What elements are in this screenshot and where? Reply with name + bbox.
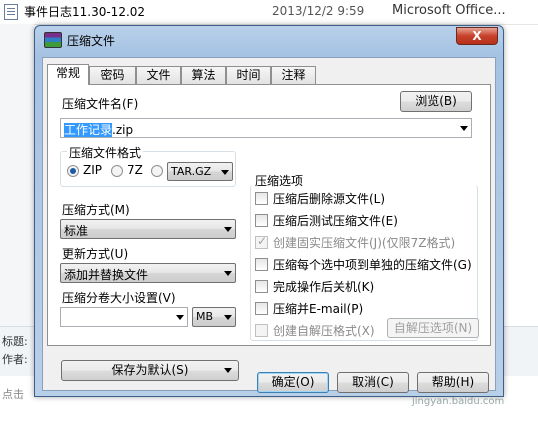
archive-format-group: 压缩文件格式 ZIP 7Z TAR.GZ <box>60 144 236 187</box>
option-sfx-label: 创建自解压格式(X) <box>273 324 375 338</box>
watermark: jingyan.baidu.com <box>412 396 505 407</box>
option-email-label[interactable]: 压缩并E-mail(P) <box>273 300 363 317</box>
archive-name-extension: .zip <box>112 123 134 137</box>
meta-author-label: 作者: <box>2 353 28 366</box>
option-test-archive-checkbox[interactable] <box>255 214 268 227</box>
option-solid-archive-label: 创建固实压缩文件(J)(仅限7Z格式) <box>273 236 456 250</box>
option-email-checkbox[interactable] <box>255 302 268 315</box>
chevron-down-icon[interactable] <box>224 271 232 276</box>
tab-files[interactable]: 文件 <box>136 66 181 84</box>
hint-text: 点击 <box>2 388 24 401</box>
ok-button[interactable]: 确定(O) <box>257 372 329 393</box>
method-label: 压缩方式(M) <box>62 203 130 217</box>
split-size-input[interactable] <box>60 307 188 327</box>
chevron-down-icon[interactable] <box>176 315 184 320</box>
document-file-icon <box>4 4 18 20</box>
method-select[interactable]: 标准 <box>60 219 236 239</box>
radio-tar[interactable] <box>151 165 163 177</box>
archive-name-label: 压缩文件名(F) <box>62 97 139 111</box>
file-type: Microsoft Office... <box>392 3 506 18</box>
option-solid-archive-checkbox[interactable] <box>255 234 268 249</box>
compress-dialog: 压缩文件 X 常规 密码 文件 算法 时间 注释 压缩文件名(F) 浏览(B) … <box>34 25 504 397</box>
option-delete-source-checkbox[interactable] <box>255 192 268 205</box>
compression-options-label: 压缩选项 <box>255 174 304 188</box>
cancel-button[interactable]: 取消(C) <box>337 372 409 393</box>
chevron-down-icon[interactable] <box>460 126 468 131</box>
chevron-down-icon[interactable] <box>221 170 229 175</box>
tab-algorithm[interactable]: 算法 <box>181 66 226 84</box>
option-sfx-checkbox[interactable] <box>255 324 268 337</box>
general-tab-panel: 压缩文件名(F) 浏览(B) 工作记录.zip 压缩文件格式 ZIP 7Z TA… <box>47 84 491 346</box>
file-date: 2013/12/2 9:59 <box>272 4 365 18</box>
dialog-title: 压缩文件 <box>67 34 116 48</box>
browse-button[interactable]: 浏览(B) <box>400 91 472 112</box>
radio-7z[interactable] <box>111 165 123 177</box>
chevron-down-icon[interactable] <box>224 227 232 232</box>
update-select[interactable]: 添加并替换文件 <box>60 263 236 283</box>
tab-general[interactable]: 常规 <box>47 64 89 85</box>
tab-password[interactable]: 密码 <box>89 66 136 84</box>
title-bar[interactable]: 压缩文件 X <box>35 26 503 54</box>
winrar-app-icon <box>44 32 62 48</box>
archive-name-input[interactable]: 工作记录.zip <box>60 118 472 138</box>
background-file-row[interactable]: 事件日志11.30-12.02 2013/12/2 9:59 Microsoft… <box>0 0 538 25</box>
tab-time[interactable]: 时间 <box>226 66 271 84</box>
archive-format-label: 压缩文件格式 <box>67 144 144 161</box>
help-button[interactable]: 帮助(H) <box>417 372 489 393</box>
tar-format-select[interactable]: TAR.GZ <box>167 162 233 181</box>
split-size-label: 压缩分卷大小设置(V) <box>62 291 176 305</box>
update-label: 更新方式(U) <box>62 247 129 261</box>
close-button[interactable]: X <box>456 27 498 45</box>
chevron-down-icon[interactable] <box>224 315 232 320</box>
option-shutdown-checkbox[interactable] <box>255 280 268 293</box>
radio-7z-label[interactable]: 7Z <box>127 163 143 177</box>
archive-name-selected-text: 工作记录 <box>64 123 113 137</box>
option-shutdown-label[interactable]: 完成操作后关机(K) <box>273 278 374 295</box>
file-name: 事件日志11.30-12.02 <box>24 5 146 19</box>
dialog-client: 常规 密码 文件 算法 时间 注释 压缩文件名(F) 浏览(B) 工作记录.zi… <box>42 57 496 391</box>
meta-title-label: 标题: <box>2 335 28 348</box>
chevron-down-icon[interactable] <box>224 368 232 373</box>
radio-zip-label[interactable]: ZIP <box>83 163 102 177</box>
option-separate-archives-label[interactable]: 压缩每个选中项到单独的压缩文件(G) <box>273 256 472 273</box>
sfx-options-button[interactable]: 自解压选项(N) <box>387 318 479 338</box>
option-test-archive-label[interactable]: 压缩后测试压缩文件(E) <box>273 212 398 229</box>
split-unit-select[interactable]: MB <box>192 307 236 327</box>
option-separate-archives-checkbox[interactable] <box>255 258 268 271</box>
option-delete-source-label[interactable]: 压缩后删除源文件(L) <box>273 190 385 207</box>
save-as-default-button[interactable]: 保存为默认(S) <box>61 360 239 381</box>
radio-zip[interactable] <box>67 165 79 177</box>
tab-comment[interactable]: 注释 <box>271 66 316 84</box>
